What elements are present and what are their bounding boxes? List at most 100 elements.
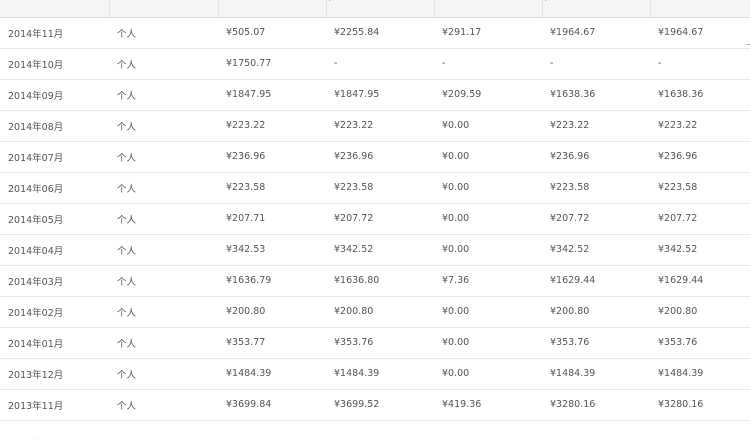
cell-amount-5: ¥342.52 [650,234,750,266]
cell-amount-3: - [434,48,542,80]
cell-amount-2: ¥223.58 [326,172,434,204]
cell-amount-1: ¥223.58 [218,172,326,204]
cell-amount-5: - [650,48,750,80]
cell-month: 2014年08月 [0,110,109,142]
cell-month: 2014年03月 [0,265,109,297]
cell-amount-1: ¥1484.39 [218,358,326,390]
billing-table: ʼ ʼ 2014年11月 个人 ¥505.07 ¥2255.84 ¥291.17 ¥196… [0,0,750,440]
cell-amount-1: ¥3699.84 [218,389,326,421]
cell-month: 2014年09月 [0,79,109,111]
cell-amount-2: ¥2615.29 [326,420,434,440]
cell-month: 2014年06月 [0,172,109,204]
cell-amount-1: ¥200.80 [218,296,326,328]
cell-amount-3: ¥0.00 [434,296,542,328]
table-row: 2013年10月个人¥2615.55¥2615.29¥363.06¥2252.2… [0,420,750,440]
scroll-edge-mark [746,44,750,45]
header-cell-type [109,0,219,18]
cell-amount-5: ¥207.72 [650,203,750,235]
cell-amount-1: ¥353.77 [218,327,326,359]
cell-amount-5: ¥2252.23 [650,420,750,440]
cell-amount-2: ¥207.72 [326,203,434,235]
table-row: 2014年08月 个人 ¥223.22 ¥223.22 ¥0.00 ¥223.22 ¥223… [0,110,750,142]
cell-type: 个人 [109,203,218,235]
cell-amount-4: ¥1484.39 [542,358,650,390]
cell-amount-5: ¥236.96 [650,141,750,173]
cell-amount-2: ¥1636.80 [326,265,434,297]
cell-month: 2014年02月 [0,296,109,328]
cell-amount-4: ¥342.52 [542,234,650,266]
cell-amount-5: ¥1484.39 [650,358,750,390]
cell-month: 2013年11月 [0,389,109,421]
cell-amount-1: ¥505.07 [218,17,326,49]
cell-month: 2014年05月 [0,203,109,235]
cell-amount-2: ¥1484.39 [326,358,434,390]
cell-amount-1: ¥1750.77 [218,48,326,80]
cell-amount-1: ¥342.53 [218,234,326,266]
cell-amount-3: ¥0.00 [434,110,542,142]
cell-month: 2014年07月 [0,141,109,173]
cell-amount-2: - [326,48,434,80]
cell-type: 个人 [109,17,218,49]
table-row: 2014年04月 个人 ¥342.53 ¥342.52 ¥0.00 ¥342.52 ¥342… [0,234,750,266]
table-header: ʼ ʼ [0,0,750,18]
cell-type: 个人 [109,141,218,173]
cell-amount-4: ¥207.72 [542,203,650,235]
cell-month: 2013年12月 [0,358,109,390]
cell-amount-3: ¥0.00 [434,358,542,390]
cell-amount-1: ¥236.96 [218,141,326,173]
cell-amount-1: ¥1636.79 [218,265,326,297]
cell-month: 2014年01月 [0,327,109,359]
cell-type: 个人 [109,48,218,80]
cell-amount-3: ¥0.00 [434,203,542,235]
table-row: 2014年02月 个人 ¥200.80 ¥200.80 ¥0.00 ¥200.80 ¥200… [0,296,750,328]
header-cell-amount-4: ʼ [542,0,651,18]
cell-amount-4: ¥223.22 [542,110,650,142]
cell-amount-1: ¥223.22 [218,110,326,142]
cell-type: 个人 [109,172,218,204]
cell-amount-3: ¥0.00 [434,172,542,204]
table-row: 2014年06月 个人 ¥223.58 ¥223.58 ¥0.00 ¥223.58 ¥223… [0,172,750,204]
cell-amount-3: ¥0.00 [434,327,542,359]
cell-amount-3: ¥0.00 [434,141,542,173]
cell-amount-1: ¥2615.55 [218,420,326,440]
table-row: 2014年07月 个人 ¥236.96 ¥236.96 ¥0.00 ¥236.96 ¥236… [0,141,750,173]
cell-amount-5: ¥223.58 [650,172,750,204]
cell-amount-4: ¥200.80 [542,296,650,328]
cell-type: 个人 [109,265,218,297]
cell-amount-5: ¥1964.67 [650,17,750,49]
cell-amount-2: ¥236.96 [326,141,434,173]
cell-amount-3: ¥419.36 [434,389,542,421]
table-row: 2014年11月 个人 ¥505.07 ¥2255.84 ¥291.17 ¥1964.67… [0,17,750,49]
cell-amount-2: ¥3699.52 [326,389,434,421]
cell-amount-4: ¥1964.67 [542,17,650,49]
cell-amount-4: ¥2252.23 [542,420,650,440]
cell-amount-1: ¥207.71 [218,203,326,235]
cell-amount-2: ¥200.80 [326,296,434,328]
cell-type: 个人 [109,420,218,440]
cell-amount-4: ¥1629.44 [542,265,650,297]
cell-amount-1: ¥1847.95 [218,79,326,111]
cell-amount-5: ¥3280.16 [650,389,750,421]
cell-amount-2: ¥2255.84 [326,17,434,49]
cell-amount-3: ¥7.36 [434,265,542,297]
cell-amount-2: ¥223.22 [326,110,434,142]
cell-month: 2014年10月 [0,48,109,80]
table-row: 2014年03月 个人 ¥1636.79 ¥1636.80 ¥7.36 ¥1629.44 ¥… [0,265,750,297]
header-cell-month [0,0,110,18]
cell-type: 个人 [109,234,218,266]
cell-amount-2: ¥342.52 [326,234,434,266]
cell-month: 2014年04月 [0,234,109,266]
header-cell-amount-5 [650,0,750,18]
table-row: 2014年05月 个人 ¥207.71 ¥207.72 ¥0.00 ¥207.72 ¥207… [0,203,750,235]
cell-amount-5: ¥200.80 [650,296,750,328]
cell-amount-5: ¥223.22 [650,110,750,142]
cell-amount-3: ¥0.00 [434,234,542,266]
cell-amount-5: ¥353.76 [650,327,750,359]
table-body: 2014年11月 个人 ¥505.07 ¥2255.84 ¥291.17 ¥1964.67… [0,17,750,440]
cell-type: 个人 [109,79,218,111]
cell-amount-4: ¥353.76 [542,327,650,359]
cell-amount-3: ¥363.06 [434,420,542,440]
table-row: 2013年11月 个人 ¥3699.84 ¥3699.52 ¥419.36 ¥3280.1… [0,389,750,421]
cell-month: 2014年11月 [0,17,109,49]
billing-table-viewport: ʼ ʼ 2014年11月 个人 ¥505.07 ¥2255.84 ¥291.17 ¥196… [0,0,750,440]
